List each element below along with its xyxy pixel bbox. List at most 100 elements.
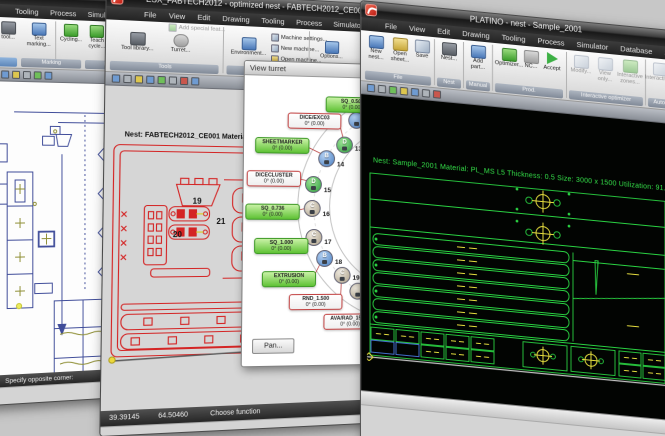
menu-view[interactable]: View: [163, 11, 192, 22]
quick-toolbar-icon[interactable]: [23, 71, 31, 79]
button-label: Options...: [320, 54, 343, 61]
optimizer-button[interactable]: Optimizer...: [497, 47, 521, 69]
modify-button[interactable]: Modify...: [570, 54, 592, 76]
menu-tooling[interactable]: Tooling: [9, 6, 44, 17]
button-label: tool...: [1, 35, 15, 41]
nc-button[interactable]: NC...: [523, 50, 539, 71]
menu-tooling[interactable]: Tooling: [255, 16, 290, 27]
menu-file[interactable]: File: [138, 10, 163, 20]
quick-toolbar-icon[interactable]: [367, 84, 375, 93]
quick-toolbar-icon[interactable]: [12, 71, 20, 79]
turret-station-13[interactable]: D: [336, 136, 353, 153]
environment-button[interactable]: Environment...: [229, 36, 269, 58]
green-nest-drawing: [367, 169, 665, 390]
add-special-feature-icon: [168, 23, 176, 32]
quick-toolbar-icon[interactable]: [112, 74, 121, 83]
new-machine-icon: [271, 44, 279, 52]
tool-library-button[interactable]: Tool library...: [116, 31, 158, 53]
tool-label-extrusion: EXTRUSION 0° (0.00): [262, 271, 316, 288]
accept-button[interactable]: Accept: [541, 51, 563, 73]
turret-station-18[interactable]: B: [316, 250, 333, 267]
part-number-19: 19: [193, 197, 202, 206]
button-label: Tool library...: [121, 46, 154, 53]
menu-edit[interactable]: Edit: [431, 26, 456, 37]
pan-button[interactable]: Pan...: [252, 338, 294, 354]
quick-toolbar-icon[interactable]: [123, 75, 131, 84]
quick-toolbar-icon[interactable]: [1, 70, 9, 78]
button-label: Cycling...: [60, 37, 82, 44]
button-label: View only...: [594, 71, 616, 85]
button-label: Environment...: [231, 51, 267, 58]
new-nest-button[interactable]: New nest...: [365, 34, 387, 62]
quick-toolbar-icon[interactable]: [157, 76, 165, 84]
menu-process[interactable]: Process: [44, 8, 82, 19]
right-plating-window: PLATINO - nest - Sample_2001 File View E…: [360, 0, 665, 436]
coord-y: 64.50460: [158, 411, 188, 419]
open-sheet-button[interactable]: Open sheet...: [389, 37, 411, 65]
button-label: NC...: [525, 64, 538, 71]
button-label: Text marking...: [25, 36, 52, 49]
teach-cycle-icon: [90, 25, 104, 38]
save-button[interactable]: Save: [413, 39, 431, 61]
button-label: Nest...: [441, 56, 457, 63]
turret-station-14[interactable]: B: [318, 150, 335, 167]
tool-label-sq-1000: SQ_1.000 0° (0.00): [254, 238, 308, 255]
coord-x: 39.39145: [109, 414, 140, 423]
station-number: 14: [337, 161, 344, 168]
turret-station-16[interactable]: C: [304, 200, 321, 217]
button-label: Optimizer...: [495, 61, 523, 70]
station-number: 19: [352, 275, 359, 282]
quick-toolbar-icon[interactable]: [411, 88, 419, 97]
turret-button[interactable]: Turret...: [162, 33, 199, 55]
status-message: Choose function: [210, 408, 260, 417]
button-label: Add special feat...: [179, 25, 225, 33]
add-special-feature-button[interactable]: Add special feat...: [168, 23, 225, 34]
tool-angle: 0° (0.00): [264, 179, 284, 185]
nest-button[interactable]: Nest...: [438, 42, 460, 64]
menu-view[interactable]: View: [403, 23, 431, 35]
options-button[interactable]: Options...: [314, 40, 348, 61]
tool-angle: 0° (0.00): [306, 302, 326, 308]
menu-drawing[interactable]: Drawing: [216, 14, 255, 25]
menu-process[interactable]: Process: [290, 17, 327, 28]
interactive-zones-button[interactable]: Interactive zones...: [618, 59, 642, 87]
button-label: Turret...: [171, 48, 191, 55]
quick-toolbar-icon[interactable]: [180, 77, 188, 85]
quick-toolbar-icon[interactable]: [191, 77, 199, 85]
app-logo-icon: [111, 0, 124, 5]
quick-toolbar-icon[interactable]: [400, 87, 408, 96]
menu-file[interactable]: File: [379, 21, 403, 32]
button-label: New nest...: [365, 48, 387, 62]
quick-toolbar-icon[interactable]: [389, 86, 397, 95]
tool-library-icon: [130, 32, 146, 46]
interactive-button[interactable]: Interactive...: [649, 62, 665, 84]
view-only-button[interactable]: View only...: [594, 57, 616, 85]
right-nest-viewport[interactable]: Nest: Sample_2001 Material: PL_MS L5 Thi…: [361, 94, 665, 422]
quick-toolbar-icon[interactable]: [422, 89, 430, 98]
tool-button[interactable]: tool...: [0, 21, 21, 42]
cycling-icon: [64, 24, 78, 37]
quick-toolbar-icon[interactable]: [433, 90, 441, 99]
quick-toolbar-icon[interactable]: [146, 76, 154, 84]
group-label-highlight: [0, 57, 17, 67]
turret-icon: [173, 34, 188, 48]
quick-toolbar-icon[interactable]: [34, 71, 42, 79]
turret-station-15[interactable]: D: [305, 176, 322, 193]
tool-label-dicecluster: DICECLUSTER 0° (0.00): [247, 170, 302, 187]
new-machine-button[interactable]: New machine...: [271, 44, 319, 54]
button-label: Interactive...: [645, 75, 665, 84]
quick-toolbar-icon[interactable]: [45, 72, 53, 80]
quick-toolbar-icon[interactable]: [378, 85, 386, 94]
cycling-button[interactable]: Cycling...: [59, 24, 83, 45]
quick-toolbar-icon[interactable]: [135, 75, 143, 83]
group-label-marking: Marking: [21, 58, 81, 69]
button-label: Add part...: [467, 58, 489, 72]
quick-toolbar-icon[interactable]: [169, 76, 177, 84]
desktop: Tooling Process Simulator Database tool.…: [0, 0, 665, 436]
environment-icon: [241, 37, 256, 51]
menu-edit[interactable]: Edit: [191, 12, 216, 22]
add-part-button[interactable]: Add part...: [467, 44, 489, 72]
tool-angle: 0° (0.00): [279, 279, 299, 285]
group-label-tools: Tools: [110, 61, 219, 74]
text-marking-button[interactable]: Text marking...: [25, 22, 52, 49]
